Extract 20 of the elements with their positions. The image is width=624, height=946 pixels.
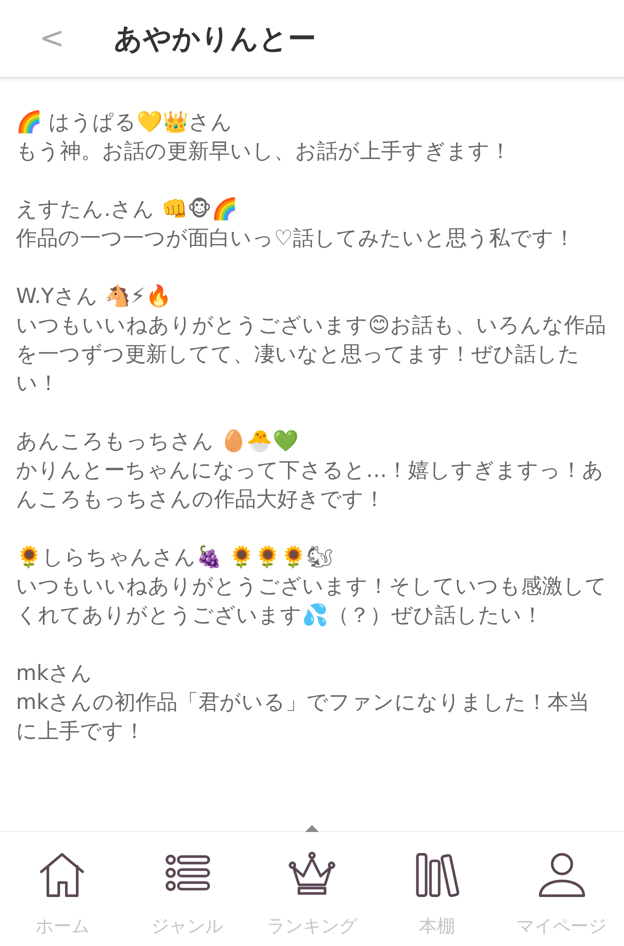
page-title: あやかりんとー	[114, 20, 316, 56]
tab-item[interactable]: ジャンル	[124, 832, 250, 946]
user-icon	[536, 850, 587, 900]
tab-item[interactable]: マイページ	[499, 832, 624, 946]
commenter-name: mkさん	[16, 660, 94, 687]
tab-item[interactable]: ホーム	[0, 832, 125, 946]
back-button[interactable]: <	[22, 21, 82, 56]
commenter-name: 🌈 はうぱる💛👑さん	[16, 109, 234, 136]
comment-text: いつもいいねありがとうございます😊お話も、いろんな作品を一つずつ更新してて、凄いなと思ってます！ぜひ話したい！	[16, 312, 607, 397]
tab-item[interactable]: ランキング	[250, 832, 374, 946]
commenter-name: えすたん.さん 👊🐵🌈	[16, 196, 239, 223]
comment-text: もう神。お話の更新早いし、お話が上手すぎます！	[16, 138, 512, 165]
commenter-name: 🌻しらちゃんさん🍇 🌻🌻🌻🐿	[16, 544, 335, 571]
comment-text: mkさんの初作品「君がいる」でファンになりました！本当に上手です！	[16, 689, 591, 745]
tab-item[interactable]: 本棚	[374, 832, 500, 946]
comment-text: いつもいいねありがとうございます！そしていつも感激してくれてありがとうございます💦（？）ぜひ話したい！	[16, 573, 608, 629]
comment-text: かりんとーちゃんになって下さると…！嬉しすぎますっ！あんころもっちさんの作品大好きです！	[16, 457, 605, 513]
comment-text: 作品の一つ一つが面白いっ♡話してみたいと思う私です！	[16, 225, 576, 252]
commenter-name: あんころもっちさん 🥚🐣💚	[16, 428, 300, 455]
commenter-name: W.Yさん 🐴⚡🔥	[16, 283, 172, 310]
